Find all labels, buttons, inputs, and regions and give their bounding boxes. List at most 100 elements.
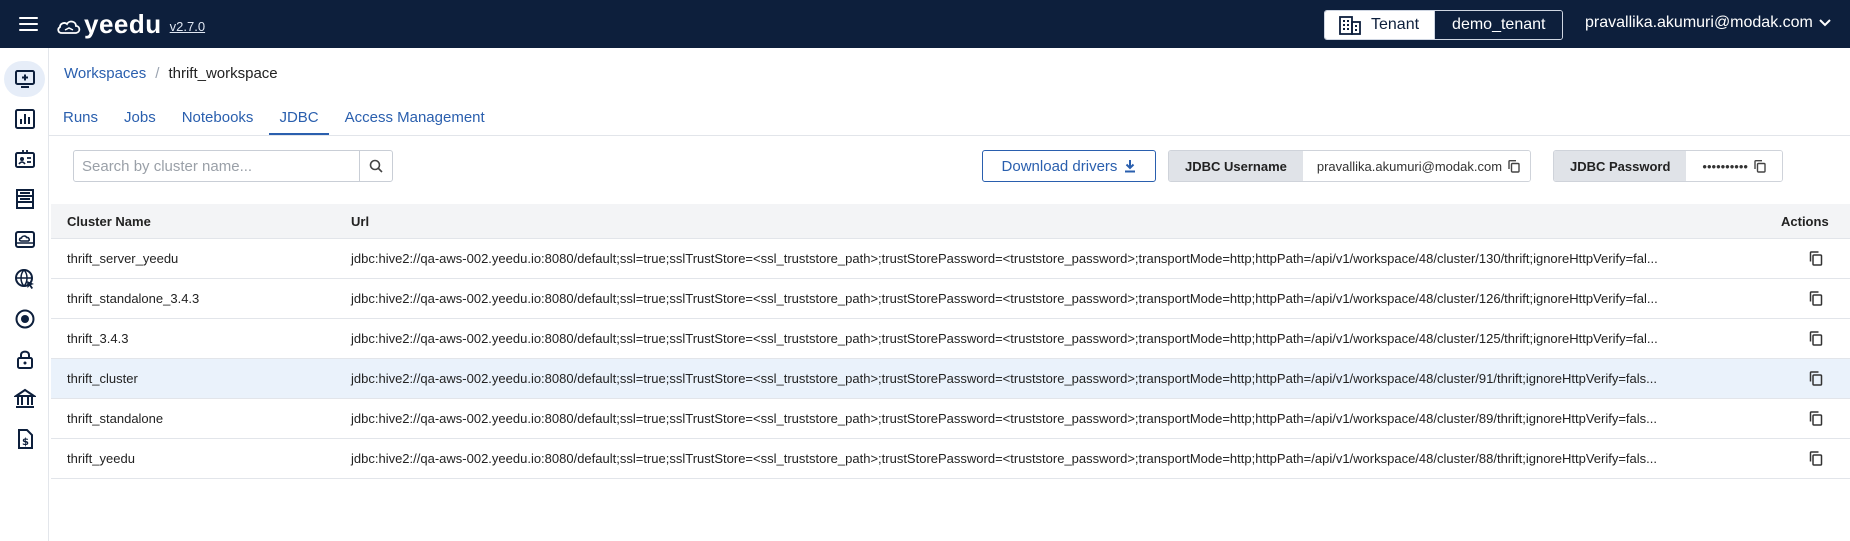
app-version[interactable]: v2.7.0 <box>170 19 205 34</box>
user-email: pravallika.akumuri@modak.com <box>1585 14 1813 31</box>
tab-jobs[interactable]: Jobs <box>114 104 166 135</box>
cloud-drive-icon <box>14 231 35 248</box>
sidebar-item-storage[interactable] <box>4 221 45 257</box>
app-logo[interactable]: yeedu v2.7.0 <box>56 11 205 37</box>
brand-name: yeedu <box>84 9 162 39</box>
search-box <box>73 150 393 182</box>
server-rack-icon <box>15 189 34 209</box>
bar-chart-icon <box>14 109 35 129</box>
tenant-switcher[interactable]: Tenant demo_tenant <box>1324 10 1564 40</box>
cluster-name-cell: thrift_3.4.3 <box>67 331 129 346</box>
bank-icon <box>13 388 36 408</box>
actions-cell <box>1781 371 1850 386</box>
actions-cell <box>1781 331 1850 346</box>
tab-access-management[interactable]: Access Management <box>335 104 495 135</box>
cluster-name-cell: thrift_yeedu <box>67 451 135 466</box>
table-row[interactable]: thrift_server_yeedu jdbc:hive2://qa-aws-0… <box>51 239 1850 279</box>
search-input[interactable] <box>74 151 359 181</box>
breadcrumb: Workspaces / thrift_workspace <box>64 65 278 82</box>
sidebar-item-workspaces[interactable] <box>4 61 45 97</box>
cloud-logo-icon <box>57 20 81 34</box>
jdbc-url-cell: jdbc:hive2://qa-aws-002.yeedu.io:8080/de… <box>351 291 1658 306</box>
table-row[interactable]: thrift_standalone_3.4.3 jdbc:hive2://qa-a… <box>51 279 1850 319</box>
download-icon <box>1125 160 1136 173</box>
breadcrumb-current: thrift_workspace <box>168 65 278 82</box>
jdbc-password-value: •••••••••• <box>1702 158 1748 174</box>
copy-icon <box>1809 451 1822 466</box>
column-header-actions: Actions <box>1781 213 1829 229</box>
top-bar: yeedu v2.7.0 Tenant demo_tenant pravalli… <box>0 0 1850 48</box>
tabs-divider <box>49 135 1850 136</box>
tab-notebooks[interactable]: Notebooks <box>172 104 264 135</box>
jdbc-password-box: JDBC Password •••••••••• <box>1553 150 1783 182</box>
id-card-icon <box>14 150 35 168</box>
tab-runs[interactable]: Runs <box>53 104 108 135</box>
jdbc-password-label: JDBC Password <box>1554 151 1687 181</box>
copy-url-button[interactable] <box>1809 451 1823 466</box>
globe-cursor-icon <box>14 269 34 289</box>
sidebar-item-security[interactable] <box>4 341 45 377</box>
copy-icon <box>1809 411 1822 426</box>
copy-url-button[interactable] <box>1809 331 1823 346</box>
workspace-tabs: Runs Jobs Notebooks JDBC Access Manageme… <box>53 104 501 136</box>
svg-text:$: $ <box>22 437 29 448</box>
jdbc-username-field: pravallika.akumuri@modak.com <box>1302 151 1531 181</box>
jdbc-url-cell: jdbc:hive2://qa-aws-002.yeedu.io:8080/de… <box>351 371 1657 386</box>
sidebar-item-clusters[interactable] <box>4 181 45 217</box>
cluster-name-cell: thrift_server_yeedu <box>67 251 179 266</box>
copy-icon <box>1809 331 1822 346</box>
table-body: thrift_server_yeedu jdbc:hive2://qa-aws-0… <box>51 239 1850 479</box>
sidebar-item-network[interactable] <box>4 261 45 297</box>
target-icon <box>15 309 34 329</box>
jdbc-url-cell: jdbc:hive2://qa-aws-002.yeedu.io:8080/de… <box>351 331 1658 346</box>
sidebar-item-organization[interactable] <box>4 381 45 417</box>
sidebar-item-credentials[interactable] <box>4 141 45 177</box>
jdbc-url-cell: jdbc:hive2://qa-aws-002.yeedu.io:8080/de… <box>351 411 1657 426</box>
sidebar: $ <box>0 48 49 541</box>
table-header: Cluster Name Url Actions <box>51 204 1850 239</box>
breadcrumb-separator: / <box>155 65 160 82</box>
tenant-label: Tenant <box>1371 16 1420 33</box>
search-button[interactable] <box>359 151 392 181</box>
tenant-value[interactable]: demo_tenant <box>1434 11 1563 39</box>
jdbc-username-value: pravallika.akumuri@modak.com <box>1316 158 1503 174</box>
workspace-monitor-icon <box>14 70 35 88</box>
building-icon <box>1339 16 1361 35</box>
copy-icon <box>1809 291 1822 306</box>
hamburger-menu-icon[interactable] <box>19 17 38 31</box>
jdbc-url-cell: jdbc:hive2://qa-aws-002.yeedu.io:8080/de… <box>351 451 1657 466</box>
user-menu[interactable]: pravallika.akumuri@modak.com <box>1585 14 1831 32</box>
actions-cell <box>1781 451 1850 466</box>
search-icon <box>369 159 383 173</box>
table-row[interactable]: thrift_yeedu jdbc:hive2://qa-aws-002.yeed… <box>51 439 1850 479</box>
table-row[interactable]: thrift_3.4.3 jdbc:hive2://qa-aws-002.yeed… <box>51 319 1850 359</box>
cluster-name-cell: thrift_standalone_3.4.3 <box>67 291 200 306</box>
breadcrumb-workspaces-link[interactable]: Workspaces <box>64 65 146 82</box>
download-drivers-label: Download drivers <box>1001 157 1118 175</box>
sidebar-item-targets[interactable] <box>4 301 45 337</box>
copy-icon[interactable] <box>1754 159 1766 173</box>
cluster-name-cell: thrift_cluster <box>67 371 138 386</box>
sidebar-item-billing[interactable]: $ <box>4 421 45 457</box>
copy-url-button[interactable] <box>1809 411 1823 426</box>
column-header-cluster-name: Cluster Name <box>67 213 151 229</box>
tab-jdbc[interactable]: JDBC <box>269 104 329 135</box>
jdbc-password-field: •••••••••• <box>1686 151 1782 181</box>
table-row[interactable]: thrift_standalone jdbc:hive2://qa-aws-002… <box>51 399 1850 439</box>
table-row[interactable]: thrift_cluster jdbc:hive2://qa-aws-002.ye… <box>51 359 1850 399</box>
copy-url-button[interactable] <box>1809 291 1823 306</box>
jdbc-username-box: JDBC Username pravallika.akumuri@modak.c… <box>1168 150 1532 182</box>
copy-icon[interactable] <box>1508 159 1520 173</box>
download-drivers-button[interactable]: Download drivers <box>982 150 1156 182</box>
jdbc-table: Cluster Name Url Actions thrift_server_y… <box>51 204 1850 479</box>
jdbc-username-label: JDBC Username <box>1169 151 1303 181</box>
actions-cell <box>1781 411 1850 426</box>
jdbc-url-cell: jdbc:hive2://qa-aws-002.yeedu.io:8080/de… <box>351 251 1658 266</box>
copy-icon <box>1809 371 1822 386</box>
copy-url-button[interactable] <box>1809 251 1823 266</box>
tenant-label-box: Tenant <box>1325 11 1435 39</box>
cluster-name-cell: thrift_standalone <box>67 411 164 426</box>
copy-url-button[interactable] <box>1809 371 1823 386</box>
sidebar-item-dashboard[interactable] <box>4 101 45 137</box>
billing-doc-icon: $ <box>17 429 33 449</box>
